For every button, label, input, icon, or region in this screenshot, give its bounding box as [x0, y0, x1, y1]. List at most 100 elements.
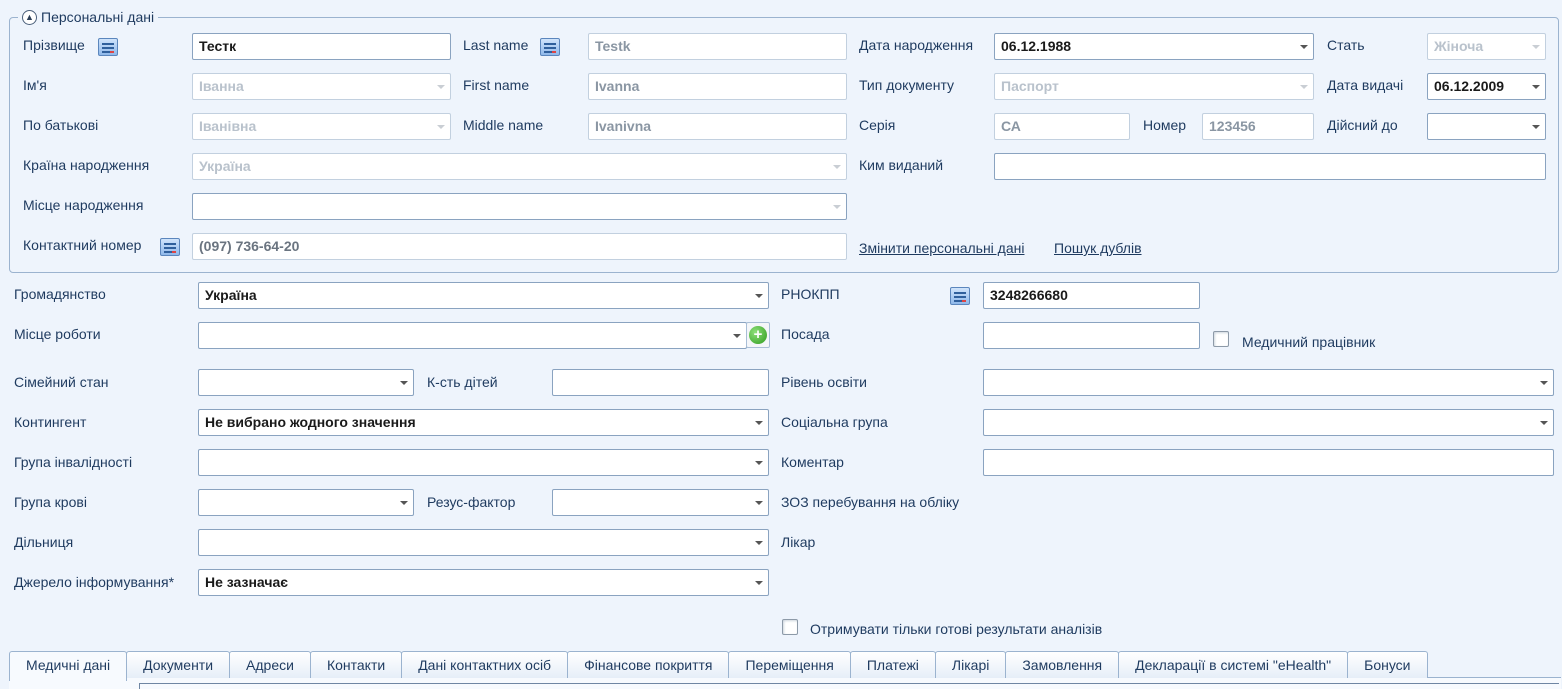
- birth-country-value: Україна: [199, 158, 251, 174]
- birth-place-label: Місце народження: [23, 197, 144, 213]
- citizenship-value: Україна: [205, 287, 257, 303]
- issued-by-input[interactable]: [994, 153, 1546, 180]
- valid-until-picker[interactable]: [1427, 113, 1546, 140]
- middle-name-label: Middle name: [463, 117, 544, 133]
- series-input[interactable]: СА: [994, 113, 1130, 140]
- chevron-down-icon[interactable]: [733, 334, 741, 338]
- chevron-down-icon[interactable]: [755, 421, 763, 425]
- education-select[interactable]: [983, 369, 1554, 396]
- tab-documents[interactable]: Документи: [126, 651, 231, 678]
- contact-phone-input[interactable]: (097) 736-64-20: [192, 233, 847, 260]
- surname-input[interactable]: Тестк: [192, 33, 451, 60]
- comment-input[interactable]: [983, 449, 1554, 476]
- plus-icon: +: [749, 326, 767, 344]
- middle-name-input[interactable]: Ivanivna: [588, 113, 847, 140]
- disability-label: Група інвалідності: [14, 454, 133, 470]
- children-label: К-сть дітей: [427, 374, 498, 390]
- tab-ehealth-declarations[interactable]: Декларації в системі "eHealth": [1118, 651, 1349, 678]
- last-name-input[interactable]: Testk: [588, 33, 847, 60]
- tab-orders[interactable]: Замовлення: [1005, 651, 1120, 678]
- chevron-down-icon[interactable]: [400, 381, 408, 385]
- tab-bonuses[interactable]: Бонуси: [1347, 651, 1428, 678]
- info-source-value: Не зазначає: [205, 574, 289, 590]
- tab-payments[interactable]: Платежі: [849, 651, 936, 678]
- chevron-down-icon[interactable]: [437, 125, 445, 129]
- contingent-select[interactable]: Не вибрано жодного значення: [198, 409, 769, 436]
- issue-date-picker[interactable]: 06.12.2009: [1427, 73, 1546, 100]
- issued-by-label: Ким виданий: [859, 157, 944, 173]
- info-source-select[interactable]: Не зазначає: [198, 569, 769, 596]
- tab-medical-data[interactable]: Медичні дані: [9, 651, 128, 681]
- children-input[interactable]: [552, 369, 769, 396]
- keyboard-card-icon[interactable]: [98, 38, 118, 56]
- workplace-select[interactable]: [198, 322, 747, 349]
- comment-label: Коментар: [781, 454, 844, 470]
- tab-doctors[interactable]: Лікарі: [934, 651, 1007, 678]
- chevron-down-icon[interactable]: [400, 501, 408, 505]
- chevron-down-icon[interactable]: [1540, 381, 1548, 385]
- personal-data-legend[interactable]: ▲ Персональні дані: [18, 8, 159, 26]
- chevron-down-icon[interactable]: [755, 581, 763, 585]
- birth-country-label: Країна народження: [23, 157, 150, 173]
- district-select[interactable]: [198, 529, 769, 556]
- first-name-ua-label: Ім'я: [23, 77, 47, 93]
- birth-country-select[interactable]: Україна: [192, 153, 847, 180]
- birth-place-select[interactable]: [192, 193, 847, 220]
- doc-type-select[interactable]: Паспорт: [994, 73, 1314, 100]
- marital-select[interactable]: [198, 369, 414, 396]
- issue-date-value: 06.12.2009: [1434, 78, 1505, 94]
- number-label: Номер: [1143, 117, 1187, 133]
- chevron-down-icon[interactable]: [755, 541, 763, 545]
- citizenship-label: Громадянство: [14, 286, 106, 302]
- birth-date-value: 06.12.1988: [1001, 38, 1072, 54]
- ready-results-checkbox[interactable]: [782, 619, 798, 635]
- doc-type-value: Паспорт: [1001, 78, 1059, 94]
- patronymic-value: Іванівна: [199, 118, 257, 134]
- first-name-input[interactable]: Ivanna: [588, 73, 847, 100]
- change-personal-data-link[interactable]: Змінити персональні дані: [859, 239, 1024, 257]
- patronymic-select[interactable]: Іванівна: [192, 113, 451, 140]
- tab-movements[interactable]: Переміщення: [728, 651, 851, 678]
- keyboard-card-icon[interactable]: [950, 287, 970, 305]
- add-workplace-button[interactable]: +: [746, 322, 770, 348]
- sex-select[interactable]: Жіноча: [1427, 33, 1546, 60]
- contingent-value: Не вибрано жодного значення: [205, 414, 416, 430]
- chevron-down-icon[interactable]: [1532, 125, 1540, 129]
- number-input[interactable]: 123456: [1202, 113, 1314, 140]
- position-input[interactable]: [983, 322, 1200, 349]
- series-label: Серія: [859, 117, 896, 133]
- birth-date-picker[interactable]: 06.12.1988: [994, 33, 1314, 60]
- citizenship-select[interactable]: Україна: [198, 282, 769, 309]
- tax-id-input[interactable]: 3248266680: [983, 282, 1200, 309]
- tab-financial-coverage[interactable]: Фінансове покриття: [567, 651, 730, 678]
- disability-select[interactable]: [198, 449, 769, 476]
- info-source-label: Джерело інформування*: [14, 574, 175, 590]
- chevron-down-icon[interactable]: [755, 501, 763, 505]
- chevron-down-icon[interactable]: [833, 165, 841, 169]
- contingent-label: Контингент: [14, 414, 87, 430]
- chevron-down-icon[interactable]: [1532, 85, 1540, 89]
- keyboard-card-icon[interactable]: [160, 238, 180, 256]
- rh-factor-select[interactable]: [552, 489, 769, 516]
- tab-strip: Медичні дані Документи Адреси Контакти Д…: [9, 651, 1428, 686]
- chevron-down-icon[interactable]: [1300, 85, 1308, 89]
- search-duplicates-link[interactable]: Пошук дублів: [1054, 239, 1142, 257]
- chevron-down-icon[interactable]: [1532, 45, 1540, 49]
- chevron-down-icon[interactable]: [755, 294, 763, 298]
- tab-contact-persons[interactable]: Дані контактних осіб: [401, 651, 569, 678]
- blood-group-select[interactable]: [198, 489, 414, 516]
- chevron-down-icon[interactable]: [833, 205, 841, 209]
- keyboard-card-icon[interactable]: [540, 38, 560, 56]
- tab-contacts[interactable]: Контакти: [309, 651, 403, 678]
- social-group-select[interactable]: [983, 409, 1554, 436]
- collapse-icon[interactable]: ▲: [22, 9, 37, 25]
- medical-worker-checkbox[interactable]: [1213, 331, 1229, 347]
- chevron-down-icon[interactable]: [1540, 421, 1548, 425]
- marital-label: Сімейний стан: [14, 374, 109, 390]
- education-label: Рівень освіти: [781, 374, 867, 390]
- tab-addresses[interactable]: Адреси: [229, 651, 311, 678]
- chevron-down-icon[interactable]: [1300, 45, 1308, 49]
- chevron-down-icon[interactable]: [755, 461, 763, 465]
- first-name-ua-select[interactable]: Іванна: [192, 73, 451, 100]
- chevron-down-icon[interactable]: [437, 85, 445, 89]
